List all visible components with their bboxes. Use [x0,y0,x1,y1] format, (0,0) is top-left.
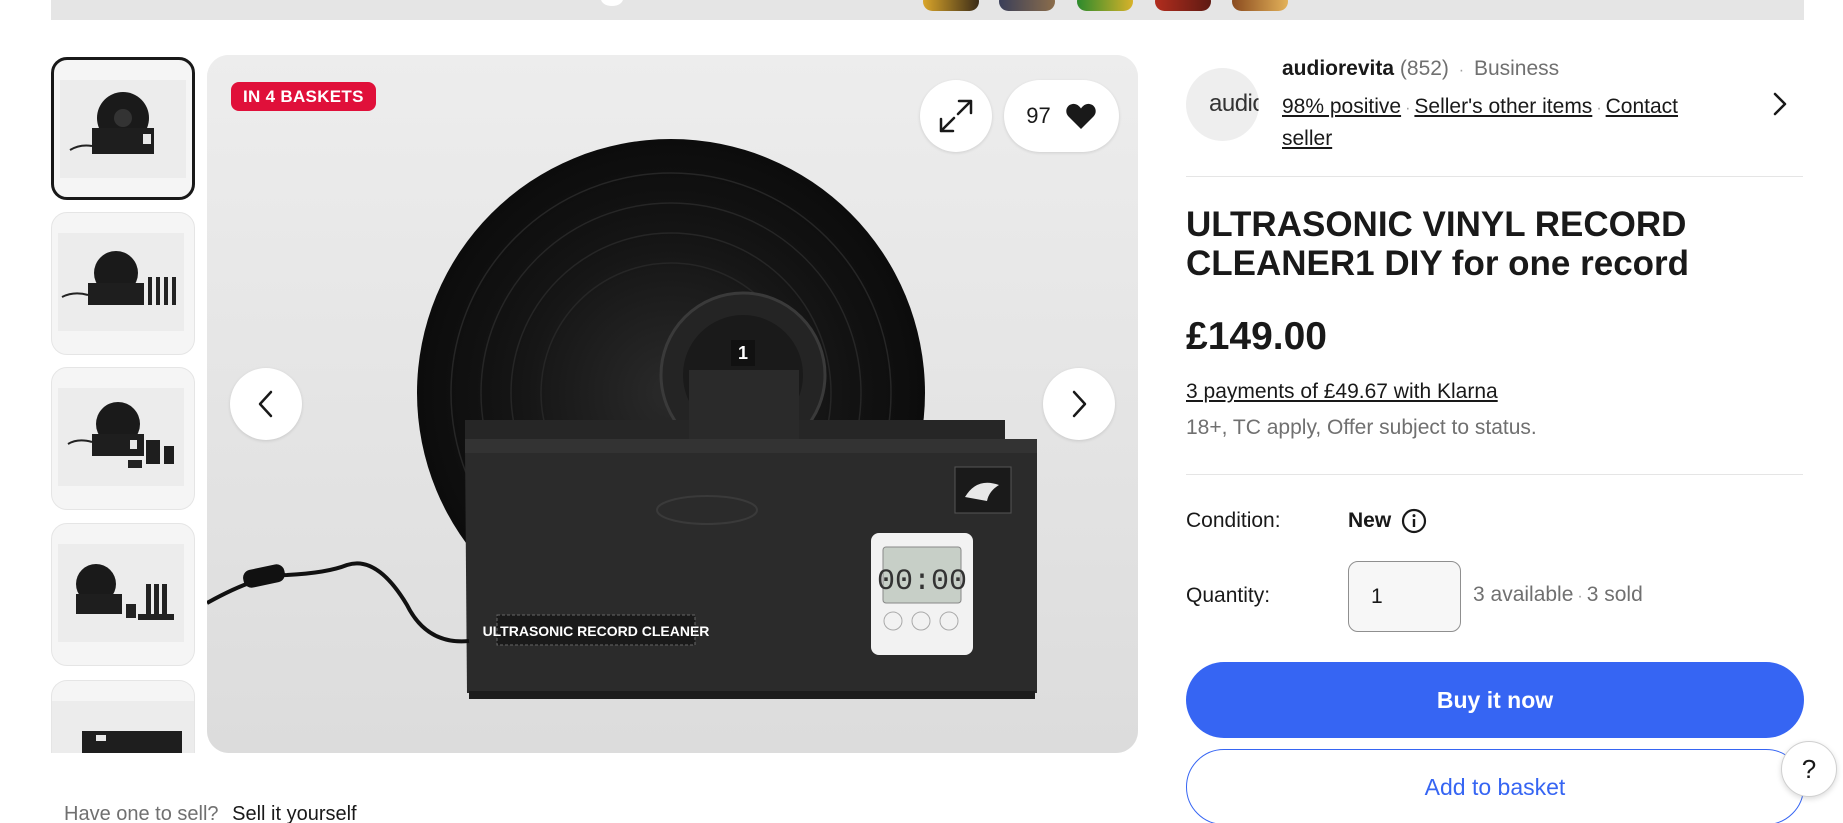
product-label-sticker: ULTRASONIC RECORD CLEANER [483,623,710,639]
quantity-input[interactable]: 1 [1348,561,1461,632]
strip-thumbnail[interactable] [1232,0,1288,11]
seller-name[interactable]: audiorevita [1282,57,1394,80]
top-image-strip [51,0,1804,20]
seller-feedback-count: (852) [1399,57,1449,80]
separator-dot: · [1577,588,1583,605]
record-number: 1 [738,343,748,363]
sell-prompt: Have one to sell? [64,803,219,823]
thumbnail-image [58,388,184,486]
baskets-badge: IN 4 BASKETS [231,82,376,111]
gallery-thumbnail-2[interactable] [51,212,195,355]
strip-thumbnail[interactable] [1077,0,1133,11]
expand-button[interactable] [920,80,992,152]
quantity-availability: 3 available · 3 sold [1473,583,1643,607]
seller-other-items-link[interactable]: Seller's other items [1414,95,1592,118]
thumbnail-image [58,544,184,642]
timer-display: 00:00 [877,565,967,599]
info-icon[interactable] [1401,508,1427,534]
klarna-terms: 18+, TC apply, Offer subject to status. [1186,416,1537,439]
gallery-thumbnail-5[interactable] [51,680,195,753]
add-to-basket-button[interactable]: Add to basket [1186,749,1804,823]
expand-icon [939,99,973,133]
quantity-label: Quantity: [1186,584,1271,607]
previous-image-button[interactable] [230,368,302,440]
seller-avatar[interactable]: audiorevita [1186,68,1259,141]
condition-value: New [1348,509,1392,532]
klarna-payments-link[interactable]: 3 payments of £49.67 with Klarna [1186,380,1498,404]
separator-dot: · [1458,62,1465,79]
chevron-left-icon [258,390,273,418]
quantity-sold: 3 sold [1586,583,1643,606]
gallery-thumbnail-3[interactable] [51,367,195,510]
thumbnail-image [60,80,186,178]
separator-dot: · [1596,100,1602,117]
main-product-image[interactable]: 1 00:00 ULTRASONIC RECORD CLEANER IN 4 B… [207,55,1138,753]
chevron-right-icon [1072,390,1087,418]
product-photo: 1 00:00 ULTRASONIC RECORD CLEANER [207,55,1138,753]
separator-dot: · [1405,100,1411,117]
seller-type: Business [1473,57,1560,80]
strip-thumbnail[interactable] [923,0,979,11]
thumbnail-image [58,233,184,331]
divider [1186,474,1803,475]
listing-title: ULTRASONIC VINYL RECORD CLEANER1 DIY for… [1186,205,1690,283]
listing-price: £149.00 [1186,315,1327,358]
divider [1186,176,1803,177]
condition-value-row: New [1348,508,1427,534]
seller-card: audiorevita audiorevita (852) · Business… [1186,57,1803,157]
sell-it-yourself-link[interactable]: Sell it yourself [232,803,357,823]
next-image-button[interactable] [1043,368,1115,440]
strip-indicator [601,0,623,6]
heart-icon [1066,103,1096,129]
sell-one-row: Have one to sell? Sell it yourself [64,803,357,823]
thumbnail-image [52,701,194,753]
help-button[interactable]: ? [1781,741,1837,797]
quantity-available: 3 available [1473,583,1574,606]
seller-details-button[interactable] [1768,89,1792,119]
strip-thumbnail[interactable] [1155,0,1211,11]
gallery-thumbnail-1[interactable] [51,57,195,200]
condition-label: Condition: [1186,509,1281,532]
gallery-thumbnail-4[interactable] [51,523,195,666]
seller-links: 98% positive · Seller's other items · Contac… [1282,92,1732,154]
buy-it-now-button[interactable]: Buy it now [1186,662,1804,738]
chevron-right-icon [1773,92,1787,116]
seller-name-row: audiorevita (852) · Business [1282,57,1559,81]
strip-thumbnail[interactable] [999,0,1055,11]
watch-count: 97 [1026,103,1051,128]
seller-positive-link[interactable]: 98% positive [1282,95,1401,118]
seller-avatar-text: audiorevita [1209,90,1259,117]
watch-button[interactable]: 97 [1004,80,1119,152]
